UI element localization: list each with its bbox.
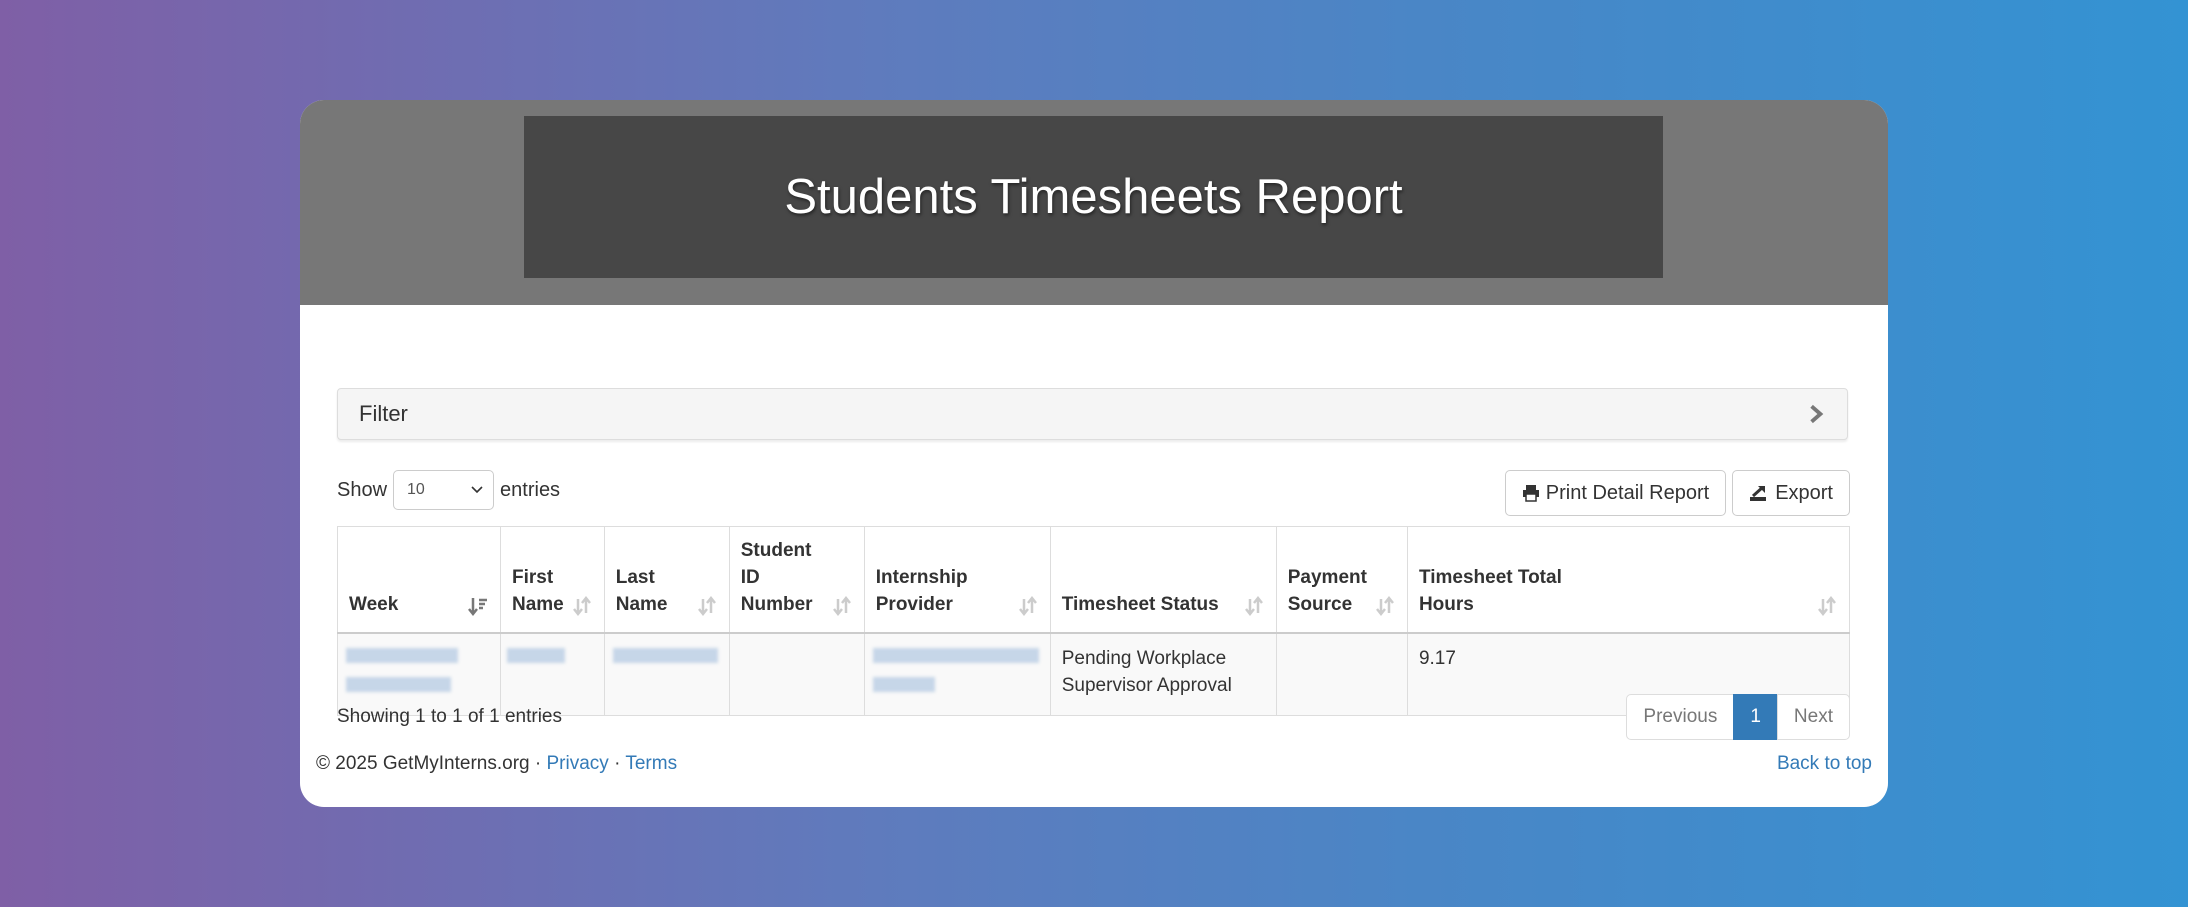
toolbar: Print Detail Report Export (1504, 470, 1850, 516)
cell-payment-source (1275, 632, 1408, 716)
sort-ascending-icon (468, 598, 487, 616)
filter-label: Filter (359, 401, 408, 426)
column-header-week[interactable]: Week (337, 526, 501, 634)
sort-icon (832, 596, 851, 616)
entries-label: entries (500, 478, 561, 501)
page-length-select[interactable]: 10 (393, 470, 495, 510)
table-row[interactable]: Pending Workplace Supervisor Approval 9.… (337, 632, 1851, 716)
export-icon (1750, 485, 1767, 501)
show-label: Show (337, 478, 388, 501)
pagination-previous-button[interactable]: Previous (1626, 694, 1735, 740)
table-info: Showing 1 to 1 of 1 entries (337, 706, 562, 727)
filter-panel-toggle[interactable]: Filter (337, 388, 1848, 440)
banner: Students Timesheets Report (300, 100, 1888, 305)
page-title: Students Timesheets Report (784, 170, 1403, 224)
print-label: Print Detail Report (1545, 481, 1710, 504)
sort-icon (572, 596, 591, 616)
cell-timesheet-status: Pending Workplace Supervisor Approval (1049, 632, 1277, 716)
sort-icon (1375, 596, 1394, 616)
printer-icon (1522, 485, 1539, 502)
timesheets-table: Week First Name Last Name Student ID Num… (337, 526, 1851, 716)
footer-left: © 2025 GetMyInterns.org · Privacy · Term… (316, 753, 677, 775)
column-header-first-name[interactable]: First Name (500, 526, 605, 634)
cell-internship-provider-redacted (863, 632, 1051, 716)
column-header-timesheet-status[interactable]: Timesheet Status (1049, 526, 1277, 634)
column-header-internship-provider[interactable]: Internship Provider (863, 526, 1051, 634)
column-header-last-name[interactable]: Last Name (603, 526, 730, 634)
cell-student-id (728, 632, 865, 716)
privacy-link[interactable]: Privacy (547, 753, 609, 774)
sort-icon (1244, 596, 1263, 616)
cell-last-name-redacted (603, 632, 730, 716)
column-header-timesheet-total-hours[interactable]: Timesheet Total Hours (1406, 526, 1851, 634)
sort-icon (1818, 596, 1836, 616)
footer: © 2025 GetMyInterns.org · Privacy · Term… (316, 753, 1872, 775)
chevron-right-icon (1810, 404, 1824, 424)
page-length-value: 10 (407, 481, 425, 498)
report-card: Students Timesheets Report Filter Show 1… (300, 100, 1888, 807)
terms-link[interactable]: Terms (625, 753, 677, 774)
column-header-payment-source[interactable]: Payment Source (1275, 526, 1408, 634)
sort-icon (697, 596, 716, 616)
page-length-control: Show 10 entries (337, 470, 560, 510)
export-button[interactable]: Export (1732, 470, 1850, 516)
copyright: © 2025 GetMyInterns.org · (316, 753, 542, 774)
pagination-next-button[interactable]: Next (1776, 694, 1850, 740)
export-label: Export (1775, 481, 1833, 504)
footer-separator: · (614, 753, 621, 774)
pagination-page-1[interactable]: 1 (1733, 694, 1778, 740)
pagination: Previous 1 Next (1626, 694, 1850, 740)
banner-title-box: Students Timesheets Report (524, 116, 1663, 278)
cell-week-redacted (337, 632, 501, 716)
cell-first-name-redacted (500, 632, 605, 716)
print-detail-report-button[interactable]: Print Detail Report (1504, 470, 1727, 516)
table-header-row: Week First Name Last Name Student ID Num… (337, 526, 1851, 634)
column-header-student-id[interactable]: Student ID Number (728, 526, 865, 634)
sort-icon (1018, 596, 1037, 616)
back-to-top-link[interactable]: Back to top (1777, 753, 1872, 775)
chevron-down-icon (471, 486, 483, 494)
